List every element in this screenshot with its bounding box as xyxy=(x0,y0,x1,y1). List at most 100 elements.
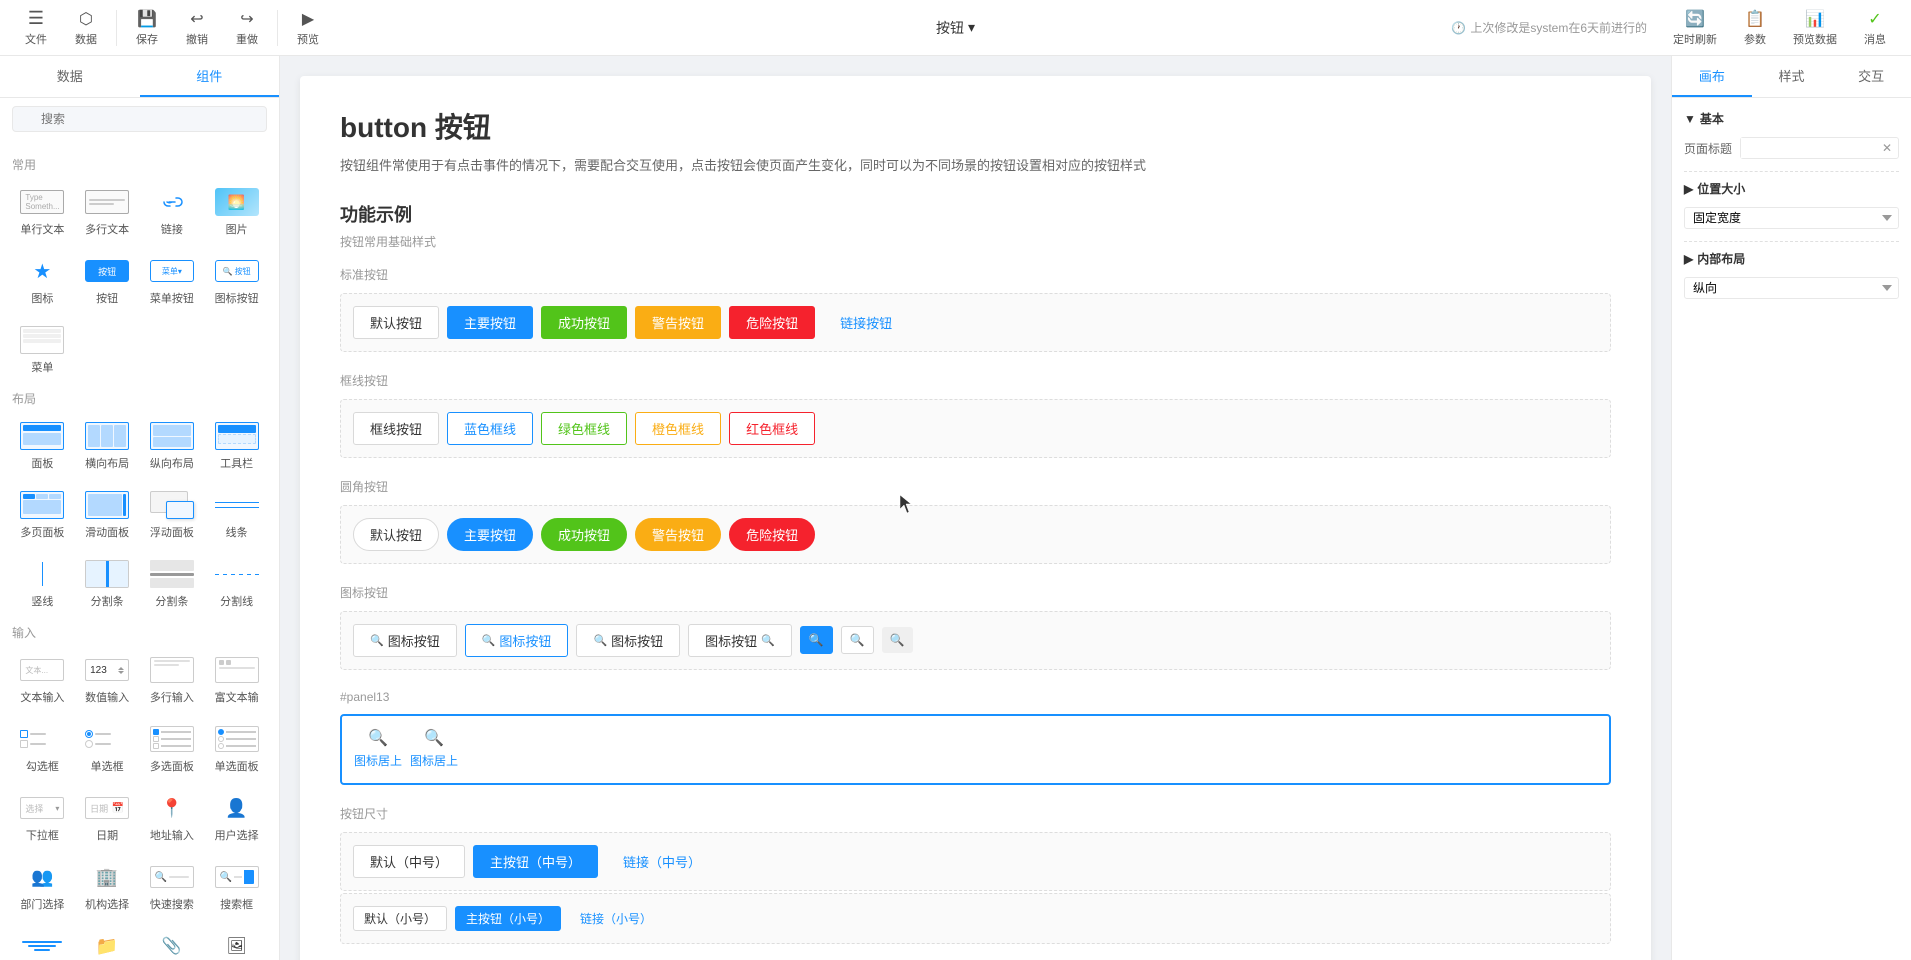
comp-split-bar[interactable]: 分割条 xyxy=(142,551,203,616)
comp-v-layout[interactable]: 纵向布局 xyxy=(142,413,203,478)
comp-field-filter[interactable]: 字段过滤 xyxy=(12,923,73,960)
comp-icon[interactable]: ★ 图标 xyxy=(12,248,73,313)
comp-search-box[interactable]: 🔍 搜索框 xyxy=(206,854,267,919)
tab-canvas[interactable]: 画布 xyxy=(1672,56,1752,97)
toolbar-preview[interactable]: ▶ 预览 xyxy=(284,5,332,51)
comp-split[interactable]: 分割条 xyxy=(77,551,138,616)
btn-link[interactable]: 链接按钮 xyxy=(823,306,909,339)
btn-round-danger[interactable]: 危险按钮 xyxy=(729,518,815,551)
comp-toolbar[interactable]: 工具栏 xyxy=(206,413,267,478)
btn-outline-default[interactable]: 框线按钮 xyxy=(353,412,439,445)
comp-split-line[interactable]: 分割线 xyxy=(206,551,267,616)
btn-default-sm[interactable]: 默认（小号） xyxy=(353,906,447,931)
toolbar-message[interactable]: ✓ 消息 xyxy=(1851,5,1899,51)
comp-icon-menu xyxy=(18,324,66,356)
toolbar-preview-data[interactable]: 📊 预览数据 xyxy=(1783,5,1847,51)
comp-resource[interactable]: 📁 资源选择 xyxy=(77,923,138,960)
comp-quick-search[interactable]: 🔍 快速搜索 xyxy=(142,854,203,919)
btn-default[interactable]: 默认按钮 xyxy=(353,306,439,339)
btn-success[interactable]: 成功按钮 xyxy=(541,306,627,339)
section-layout-title: 布局 xyxy=(12,390,267,407)
toolbar-redo[interactable]: ↪ 重做 xyxy=(223,5,271,51)
btn-link-md[interactable]: 链接（中号） xyxy=(606,845,718,878)
comp-icon-btn[interactable]: 🔍按钮 图标按钮 xyxy=(206,248,267,313)
toolbar-preview-label: 预览 xyxy=(297,31,319,47)
prop-layout-select[interactable]: 纵向 xyxy=(1684,277,1899,299)
btn-primary[interactable]: 主要按钮 xyxy=(447,306,533,339)
btn-icon-top-2[interactable]: 🔍 图标居上 xyxy=(410,728,458,769)
toolbar-undo[interactable]: ↩ 撤销 xyxy=(173,5,221,51)
prop-input-page-title[interactable] xyxy=(1741,138,1876,158)
toolbar-file[interactable]: ☰ 文件 xyxy=(12,4,60,51)
btn-icon-text-3[interactable]: 🔍 图标按钮 xyxy=(576,624,680,657)
toolbar-refresh[interactable]: 🔄 定时刷新 xyxy=(1663,5,1727,51)
tab-style[interactable]: 样式 xyxy=(1752,56,1832,97)
comp-multi-panel[interactable]: 多页面板 xyxy=(12,482,73,547)
btn-primary-md[interactable]: 主按钮（中号） xyxy=(473,845,598,878)
tab-data[interactable]: 数据 xyxy=(0,56,140,97)
comp-vline[interactable]: 竖线 xyxy=(12,551,73,616)
btn-icon-only-blue[interactable]: 🔍 xyxy=(800,626,833,654)
toolbar-data[interactable]: ⬡ 数据 xyxy=(62,5,110,51)
comp-divider-line[interactable]: 线条 xyxy=(206,482,267,547)
comp-link[interactable]: 链接 xyxy=(142,179,203,244)
comp-menu[interactable]: 菜单 xyxy=(12,317,73,382)
comp-float-panel[interactable]: 浮动面板 xyxy=(142,482,203,547)
close-icon[interactable]: ✕ xyxy=(1876,141,1898,155)
btn-round-warning[interactable]: 警告按钮 xyxy=(635,518,721,551)
btn-icon-text-1[interactable]: 🔍 图标按钮 xyxy=(353,624,457,657)
comp-org[interactable]: 🏢 机构选择 xyxy=(77,854,138,919)
btn-icon-only-gray[interactable]: 🔍 xyxy=(882,627,913,653)
comp-address[interactable]: 📍 地址输入 xyxy=(142,785,203,850)
comp-icon-upload-img: 🖼 xyxy=(213,930,261,960)
tab-interact[interactable]: 交互 xyxy=(1831,56,1911,97)
btn-icon-text-2[interactable]: 🔍 图标按钮 xyxy=(465,624,569,657)
comp-radio[interactable]: 单选框 xyxy=(77,716,138,781)
comp-dept[interactable]: 👥 部门选择 xyxy=(12,854,73,919)
section-arrow-3-icon: ▶ xyxy=(1684,252,1693,266)
comp-image[interactable]: 🌅 图片 xyxy=(206,179,267,244)
tab-components[interactable]: 组件 xyxy=(140,56,280,97)
btn-outline-green[interactable]: 绿色框线 xyxy=(541,412,627,445)
title-dropdown-arrow[interactable]: ▾ xyxy=(968,19,975,36)
comp-checkbox[interactable]: 勾选框 xyxy=(12,716,73,781)
comp-panel[interactable]: 面板 xyxy=(12,413,73,478)
comp-multi-check[interactable]: 多选面板 xyxy=(142,716,203,781)
comp-icon-h-layout xyxy=(83,420,131,452)
btn-outline-orange[interactable]: 橙色框线 xyxy=(635,412,721,445)
btn-icon-top-1[interactable]: 🔍 图标居上 xyxy=(354,728,402,769)
comp-upload-img[interactable]: 🖼 上传图片 xyxy=(206,923,267,960)
toolbar-save[interactable]: 💾 保存 xyxy=(123,5,171,51)
comp-date[interactable]: 日期📅 日期 xyxy=(77,785,138,850)
btn-icon-only-default[interactable]: 🔍 xyxy=(841,626,874,654)
btn-round-primary[interactable]: 主要按钮 xyxy=(447,518,533,551)
comp-num-input[interactable]: 123 数值输入 xyxy=(77,647,138,712)
comp-scroll-panel[interactable]: 滑动面板 xyxy=(77,482,138,547)
comp-user[interactable]: 👤 用户选择 xyxy=(206,785,267,850)
comp-menu-btn[interactable]: 菜单▾ 菜单按钮 xyxy=(142,248,203,313)
comp-multi-text[interactable]: 多行文本 xyxy=(77,179,138,244)
comp-select-panel[interactable]: 单选面板 xyxy=(206,716,267,781)
btn-outline-blue[interactable]: 蓝色框线 xyxy=(447,412,533,445)
comp-text-input[interactable]: 文本... 文本输入 xyxy=(12,647,73,712)
toolbar-params[interactable]: 📋 参数 xyxy=(1731,5,1779,51)
search-icon-1: 🔍 xyxy=(370,634,384,647)
btn-default-md[interactable]: 默认（中号） xyxy=(353,845,465,878)
btn-warning[interactable]: 警告按钮 xyxy=(635,306,721,339)
comp-single-text[interactable]: Type Someth... 单行文本 xyxy=(12,179,73,244)
btn-danger[interactable]: 危险按钮 xyxy=(729,306,815,339)
comp-upload[interactable]: 📎 上传附件 xyxy=(142,923,203,960)
search-input[interactable] xyxy=(12,106,267,132)
comp-dropdown[interactable]: 选择▾ 下拉框 xyxy=(12,785,73,850)
btn-round-default[interactable]: 默认按钮 xyxy=(353,518,439,551)
btn-icon-text-right[interactable]: 图标按钮 🔍 xyxy=(688,624,792,657)
comp-h-layout[interactable]: 横向布局 xyxy=(77,413,138,478)
btn-round-success[interactable]: 成功按钮 xyxy=(541,518,627,551)
btn-outline-red[interactable]: 红色框线 xyxy=(729,412,815,445)
comp-button[interactable]: 按钮 按钮 xyxy=(77,248,138,313)
prop-position-select[interactable]: 固定宽度 xyxy=(1684,207,1899,229)
comp-rich-input[interactable]: 富文本输 xyxy=(206,647,267,712)
btn-link-sm[interactable]: 链接（小号） xyxy=(569,906,663,931)
btn-primary-sm[interactable]: 主按钮（小号） xyxy=(455,906,561,931)
comp-multi-input[interactable]: 多行输入 xyxy=(142,647,203,712)
